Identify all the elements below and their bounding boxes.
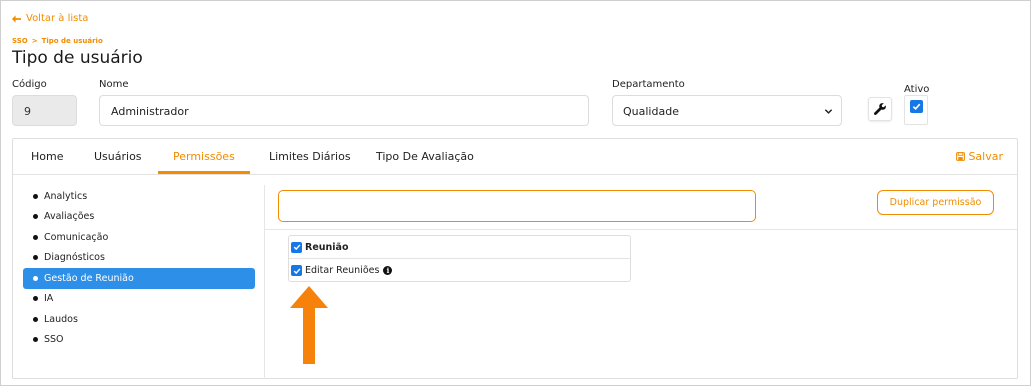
tab-limites-diarios[interactable]: Limites Diários: [269, 150, 351, 163]
checkmark-icon: [293, 267, 300, 274]
tab-usuarios[interactable]: Usuários: [94, 150, 142, 163]
permission-group-checkbox[interactable]: [291, 241, 302, 253]
tab-home[interactable]: Home: [31, 150, 63, 163]
sidebar-item-sso[interactable]: SSO: [23, 330, 255, 351]
name-label: Nome: [99, 79, 129, 90]
sidebar-item-avaliacoes[interactable]: Avaliações: [23, 207, 255, 228]
sidebar-item-label: Laudos: [44, 313, 78, 325]
back-link-label: Voltar à lista: [26, 13, 89, 24]
sidebar-item-label: Gestão de Reunião: [44, 272, 134, 284]
code-value: 9: [24, 105, 31, 118]
sidebar-item-label: Analytics: [44, 190, 88, 202]
sidebar-item-label: SSO: [44, 334, 64, 346]
active-checkbox[interactable]: [909, 100, 923, 113]
info-icon[interactable]: i: [383, 266, 393, 275]
name-value: Administrador: [111, 105, 189, 118]
arrow-left-icon: [12, 14, 21, 23]
back-link[interactable]: Voltar à lista: [12, 13, 88, 24]
permission-item-checkbox[interactable]: [291, 265, 302, 276]
bullet-icon: [33, 296, 38, 302]
breadcrumb: SSO > Tipo de usuário: [12, 37, 103, 45]
content-panel: Home Usuários Permissões Limites Diários…: [12, 138, 1018, 379]
permission-group-header[interactable]: Reunião: [289, 236, 630, 259]
sidebar-item-gestao-de-reuniao[interactable]: Gestão de Reunião: [23, 268, 255, 289]
breadcrumb-current: Tipo de usuário: [41, 37, 103, 45]
checkmark-icon: [293, 244, 300, 251]
permission-group: Reunião Editar Reuniões i: [288, 235, 631, 282]
permission-module-list: Analytics Avaliações Comunicação Diagnós…: [23, 186, 255, 350]
panel-divider-vertical: [264, 185, 265, 379]
department-select[interactable]: Qualidade: [612, 95, 842, 126]
bullet-icon: [33, 214, 38, 220]
active-label: Ativo: [904, 84, 930, 95]
save-button[interactable]: Salvar: [956, 150, 1003, 163]
tab-permissoes[interactable]: Permissões: [173, 150, 235, 163]
permission-item-label: Editar Reuniões: [305, 265, 380, 276]
code-field: 9: [12, 95, 77, 126]
tab-bar: Home Usuários Permissões Limites Diários…: [13, 139, 1017, 175]
permission-group-label: Reunião: [305, 241, 349, 253]
arrow-up-icon: [290, 286, 328, 364]
breadcrumb-separator: >: [31, 37, 38, 45]
sidebar-item-comunicacao[interactable]: Comunicação: [23, 227, 255, 248]
duplicate-permission-button[interactable]: Duplicar permissão: [877, 190, 994, 215]
code-label: Código: [12, 79, 47, 90]
bullet-icon: [33, 234, 38, 240]
sidebar-item-label: Comunicação: [44, 231, 109, 243]
sidebar-item-laudos[interactable]: Laudos: [23, 309, 255, 330]
breadcrumb-root[interactable]: SSO: [12, 37, 28, 45]
tab-tipo-de-avaliacao[interactable]: Tipo De Avaliação: [376, 150, 474, 163]
sidebar-item-label: Diagnósticos: [44, 252, 105, 264]
sidebar-item-analytics[interactable]: Analytics: [23, 186, 255, 207]
bullet-icon: [33, 337, 38, 343]
search-input[interactable]: [278, 190, 756, 222]
checkmark-icon: [912, 103, 920, 111]
save-label: Salvar: [968, 150, 1003, 163]
department-value: Qualidade: [623, 105, 679, 118]
app-window: Voltar à lista SSO > Tipo de usuário Tip…: [0, 0, 1031, 386]
sidebar-item-diagnosticos[interactable]: Diagnósticos: [23, 248, 255, 269]
bullet-icon: [33, 193, 38, 199]
bullet-icon: [33, 275, 38, 281]
sidebar-item-label: Avaliações: [44, 211, 95, 223]
panel-divider-horizontal: [264, 229, 1017, 230]
page-title: Tipo de usuário: [12, 48, 143, 68]
name-field[interactable]: Administrador: [99, 95, 589, 126]
settings-button[interactable]: [868, 97, 892, 121]
sidebar-item-label: IA: [44, 293, 54, 305]
wrench-icon: [874, 103, 886, 115]
department-label: Departamento: [612, 79, 685, 90]
sidebar-item-ia[interactable]: IA: [23, 289, 255, 310]
active-tab-indicator: [158, 171, 250, 174]
active-checkbox-wrapper: [904, 95, 928, 125]
save-icon: [956, 152, 966, 161]
bullet-icon: [33, 255, 38, 261]
bullet-icon: [33, 316, 38, 322]
chevron-down-icon: [824, 109, 833, 114]
permission-item[interactable]: Editar Reuniões i: [289, 259, 630, 282]
